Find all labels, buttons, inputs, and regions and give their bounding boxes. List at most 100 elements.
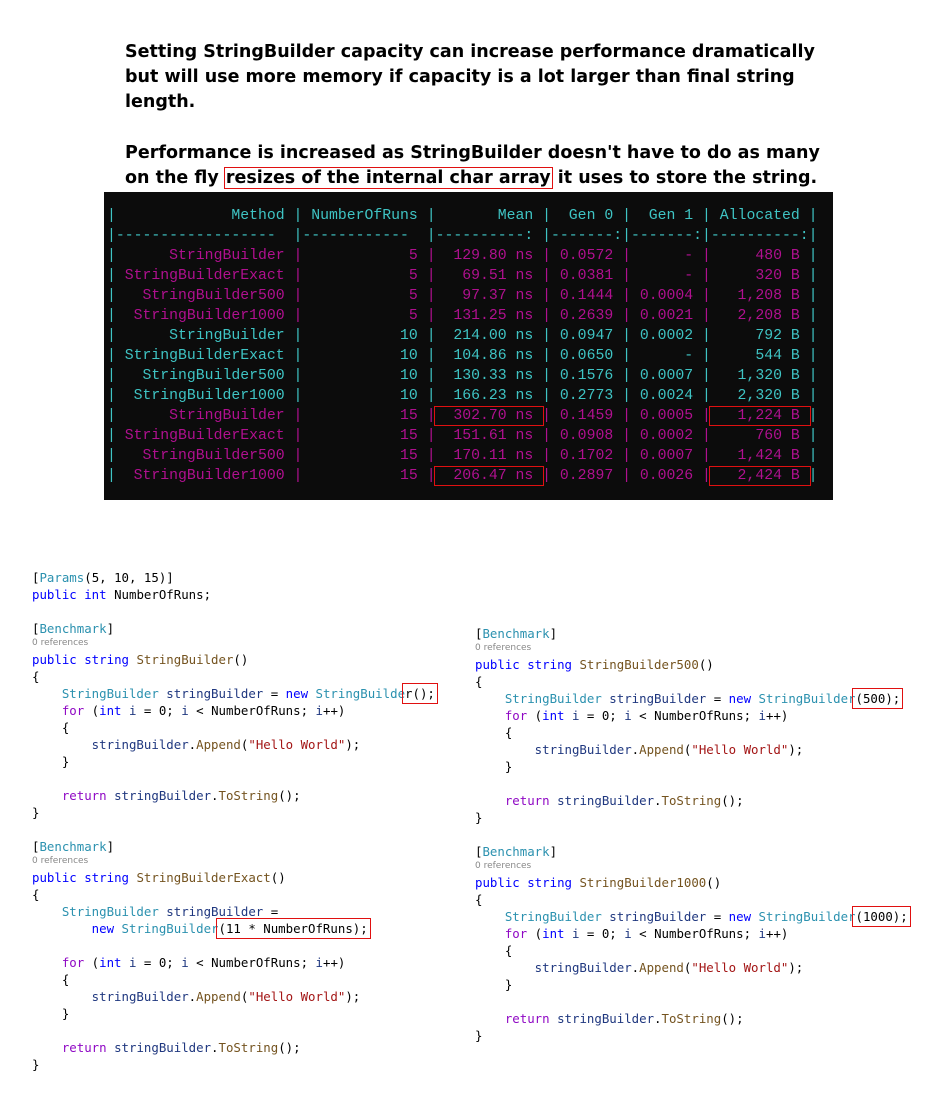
code-token: StringBuilderExact: [128, 870, 271, 885]
table-pipe: |: [107, 328, 116, 344]
code-token: public: [475, 875, 520, 890]
table-pipe: |: [702, 428, 711, 444]
code-token: i: [624, 708, 632, 723]
code-token: stringBuilder: [106, 1040, 212, 1055]
code-token: }: [475, 759, 513, 774]
table-pipe: |: [622, 348, 631, 364]
table-cell: 1,224 B: [708, 406, 811, 426]
code-line: StringBuilder stringBuilder = new String…: [475, 688, 908, 709]
code-token: StringBuilder1000: [571, 875, 707, 890]
code-line: [Params(5, 10, 15)]: [32, 569, 435, 586]
table-cell: 10: [302, 348, 427, 364]
table-pipe: |: [426, 228, 436, 244]
table-pipe: |: [622, 408, 631, 424]
code-token: }: [475, 977, 513, 992]
code-line: {: [475, 724, 908, 741]
code-line: return stringBuilder.ToString();: [32, 787, 435, 804]
table-cell: 792 B: [710, 328, 809, 344]
table-cell: 5: [302, 248, 427, 264]
table-pipe: |: [808, 448, 818, 464]
table-cell: NumberOfRuns: [302, 208, 427, 224]
code-token: }: [32, 754, 70, 769]
code-line: new StringBuilder(11 * NumberOfRuns);: [32, 918, 435, 939]
table-cell: Allocated: [710, 208, 809, 224]
table-cell: 166.23 ns: [435, 388, 543, 404]
code-token: ++): [765, 926, 789, 941]
table-pipe: |: [622, 448, 631, 464]
table-cell: 170.11 ns: [435, 448, 543, 464]
table-cell: -------:: [551, 228, 623, 244]
table-pipe: |: [107, 408, 116, 424]
table-pipe: |: [702, 468, 711, 484]
code-token: StringBuilder: [114, 921, 219, 936]
table-pipe: |: [426, 248, 436, 264]
code-token: StringBuilder: [475, 909, 602, 924]
table-pipe: |: [542, 448, 552, 464]
code-token: ToString: [661, 1011, 722, 1026]
code-token: }: [475, 810, 483, 825]
code-token: ]: [106, 839, 115, 854]
table-header: | Method | NumberOfRuns | Mean | Gen 0 |…: [107, 208, 818, 224]
table-pipe: |: [426, 208, 436, 224]
table-pipe: |: [542, 408, 552, 424]
table-cell: 320 B: [710, 268, 809, 284]
table-pipe: |: [622, 268, 631, 284]
code-line: public string StringBuilder500(): [475, 656, 908, 673]
table-cell: 0.2639: [551, 308, 623, 324]
table-pipe: |: [702, 228, 711, 244]
table-pipe: |: [426, 368, 436, 384]
table-cell: StringBuilder500: [115, 368, 294, 384]
table-pipe: |: [542, 348, 552, 364]
table-cell: StringBuilder: [115, 408, 294, 424]
table-cell: 0.0024: [630, 388, 703, 404]
code-token: (): [706, 875, 722, 890]
code-token: ToString: [661, 793, 722, 808]
code-token: i: [564, 926, 580, 941]
table-cell: -: [630, 248, 703, 264]
code-line: StringBuilder stringBuilder =: [32, 903, 435, 920]
code-line: }: [32, 753, 435, 770]
highlight-box: r();: [402, 683, 438, 704]
table-cell: 302.70 ns: [433, 406, 545, 426]
table-pipe: |: [808, 248, 818, 264]
code-line: {: [475, 891, 908, 908]
highlight-box: (1000);: [852, 906, 911, 927]
codelens-references: 0 references: [475, 861, 532, 871]
code-token: );: [788, 742, 804, 757]
table-cell: 0.0002: [630, 428, 703, 444]
code-token: Benchmark: [482, 626, 550, 641]
code-token: }: [475, 1028, 483, 1043]
table-pipe: |: [702, 208, 711, 224]
table-cell: 214.00 ns: [435, 328, 543, 344]
code-token: = 0;: [579, 708, 625, 723]
table-pipe: |: [542, 268, 552, 284]
table-cell: 97.37 ns: [435, 288, 543, 304]
code-token: string: [519, 875, 572, 890]
code-token: }: [32, 1006, 70, 1021]
table-pipe: |: [542, 208, 552, 224]
table-pipe: |: [107, 428, 116, 444]
code-token: ]: [549, 844, 558, 859]
code-token: .: [654, 793, 662, 808]
table-pipe: |: [622, 288, 631, 304]
code-token: {: [475, 674, 483, 689]
code-token: =: [263, 686, 286, 701]
code-token: NumberOfRuns;: [106, 587, 212, 602]
code-line: stringBuilder.Append("Hello World");: [475, 959, 908, 976]
table-row: | StringBuilder500 | 10 | 130.33 ns | 0.…: [107, 368, 818, 384]
code-token: {: [475, 943, 513, 958]
table-pipe: |: [808, 408, 818, 424]
code-token: Benchmark: [39, 839, 107, 854]
table-pipe: |: [622, 208, 631, 224]
code-line: public int NumberOfRuns;: [32, 586, 435, 603]
code-token: Append: [196, 737, 241, 752]
code-token: "Hello World": [248, 989, 346, 1004]
table-pipe: |: [702, 388, 711, 404]
code-token: int: [542, 926, 565, 941]
table-cell: 151.61 ns: [435, 428, 543, 444]
code-token: string: [519, 657, 572, 672]
